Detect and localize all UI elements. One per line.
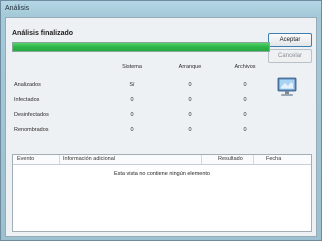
column-fecha[interactable]: Fecha <box>266 156 281 162</box>
column-evento[interactable]: Evento <box>17 156 34 162</box>
cell-desinfectados-archivos: 0 <box>243 112 247 118</box>
cell-infectados-sistema: 0 <box>130 97 134 103</box>
column-header-archivos: Archivos <box>234 64 256 70</box>
monitor-icon <box>276 76 298 98</box>
empty-list-message: Esta vista no contiene ningún elemento <box>113 171 210 177</box>
scan-window: Análisis Análisis finalizado Aceptar Can… <box>0 0 322 241</box>
column-header-arranque: Arranque <box>178 64 202 70</box>
dialog-body: Análisis finalizado Aceptar Cancelar Sis… <box>5 17 317 237</box>
cell-renombrados-arranque: 0 <box>188 127 192 133</box>
row-label-renombrados: Renombrados <box>14 127 49 133</box>
row-label-infectados: Infectados <box>14 97 40 103</box>
row-label-analizados: Analizados <box>14 82 41 88</box>
column-header-sistema: Sistema <box>122 64 142 70</box>
events-list-header: Evento Información adicional Resultado F… <box>13 155 311 165</box>
cell-analizados-sistema: Sí <box>129 82 135 88</box>
cell-infectados-archivos: 0 <box>243 97 247 103</box>
cell-analizados-archivos: 0 <box>243 82 247 88</box>
column-resultado[interactable]: Resultado <box>218 156 243 162</box>
cell-desinfectados-arranque: 0 <box>188 112 192 118</box>
cell-analizados-arranque: 0 <box>188 82 192 88</box>
stats-table: Sistema Arranque Archivos Analizados Sí … <box>6 18 318 168</box>
cell-infectados-arranque: 0 <box>188 97 192 103</box>
events-list[interactable]: Evento Información adicional Resultado F… <box>12 154 312 232</box>
cell-renombrados-archivos: 0 <box>243 127 247 133</box>
window-title: Análisis <box>5 5 30 12</box>
row-label-desinfectados: Desinfectados <box>14 112 49 118</box>
cell-desinfectados-sistema: 0 <box>130 112 134 118</box>
column-informacion-adicional[interactable]: Información adicional <box>63 156 115 162</box>
cell-renombrados-sistema: 0 <box>130 127 134 133</box>
